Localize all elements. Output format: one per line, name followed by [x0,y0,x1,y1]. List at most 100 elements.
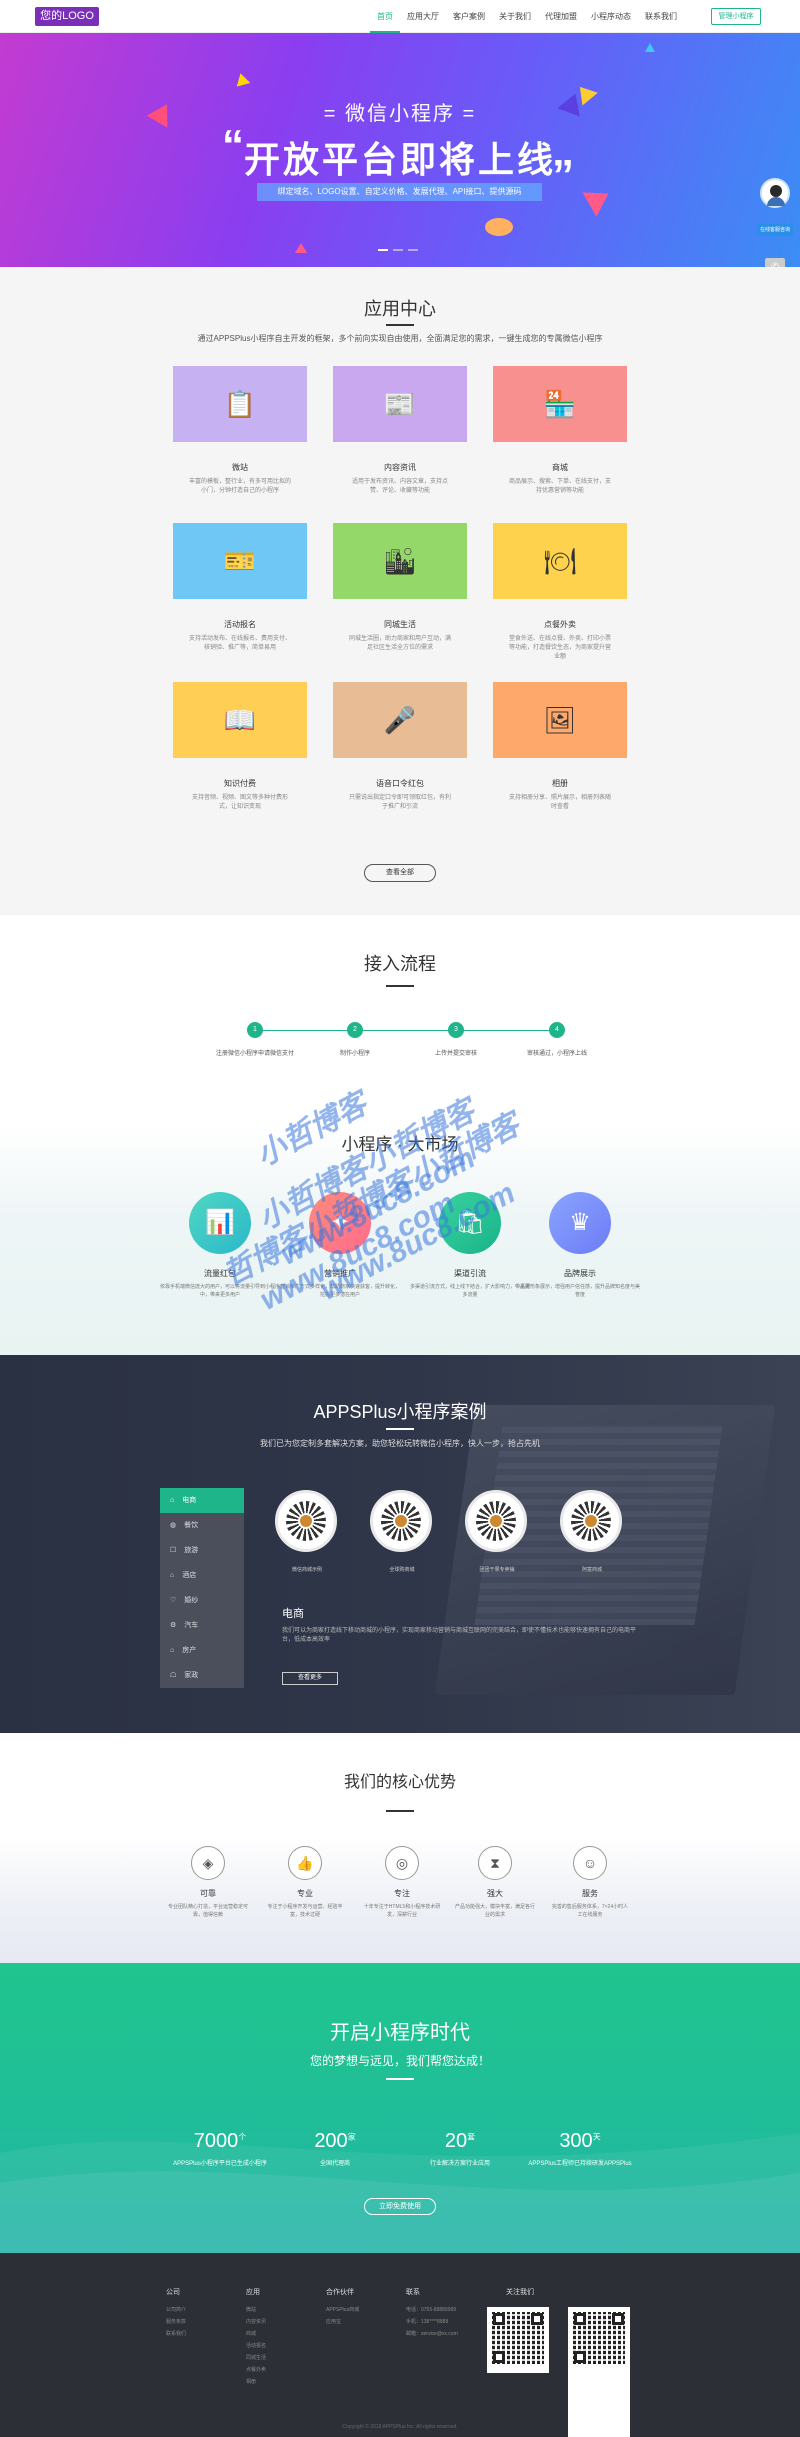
case-category-label: 婚纱 [184,1597,199,1604]
cases-description: 我们已为您定制多套解决方案，助您轻松玩转微信小程序，快人一步，抢占先机 [260,1439,540,1448]
app-card[interactable]: 🖼 相册 支持相册分享、照片展示，相册列表随时查看 [493,682,627,812]
case-category-item[interactable]: ☐ 旅游 [160,1538,244,1563]
case-category-item[interactable]: ⌂ 电商 [160,1488,244,1513]
app-card[interactable]: 🎫 活动报名 支持活动发布、在线报名、费用支付、核销验、推广等，简单易用 [173,523,307,653]
stat-value: 200 [314,2130,348,2152]
footer-column-title: 联系 [406,2289,420,2296]
footer-link[interactable]: 微站 [246,2306,256,2313]
stat-label: 行业解决方案行业应用 [429,2161,490,2167]
nav-item[interactable]: 关于我们 [492,0,538,33]
footer-link[interactable]: 电话：0755-88889999 [406,2306,456,2313]
qr-code [487,2307,549,2373]
app-card[interactable]: 🎤 语音口令红包 只需说出指定口令即可领取红包，有利于推广和引流 [333,682,467,812]
app-name: 微站 [232,463,248,472]
footer-link[interactable]: 应用宝 [326,2318,341,2325]
app-card[interactable]: 🍽 点餐外卖 堂食外送、在线点餐、外卖、打印小票等功能，打造餐饮生态，为商家提升营业… [493,523,627,662]
case-category-label: 家政 [184,1672,199,1679]
app-name: 语音口令红包 [376,779,424,788]
footer-link[interactable]: 相册 [246,2378,256,2385]
banner-title: 开放平台即将上线 [243,139,556,180]
title-divider [386,1428,414,1430]
carousel-dot[interactable] [378,249,388,251]
title-divider [386,324,414,326]
free-trial-button[interactable]: 立即免费使用 [364,2198,436,2215]
case-category-label: 酒店 [182,1572,197,1579]
app-icon: 🎤 [383,705,417,735]
footer-link[interactable]: 联系我们 [166,2330,186,2337]
footer-link[interactable]: 邮箱：service@xx.com [406,2330,458,2337]
case-category-item[interactable]: ⌂ 酒店 [160,1563,244,1588]
stat-number: 200家 [265,2130,405,2153]
market-item-desc: 品牌形象展示，增强用户信任感，提升品牌知名度与美誉度 [520,1284,641,1298]
main-nav: 首页 应用大厅 客户案例 关于我们 代理加盟 小程序动态 联系我们 [370,0,684,33]
footer-link[interactable]: 内容资讯 [246,2318,266,2325]
qr-logo [393,1513,409,1529]
case-more-button[interactable]: 查看更多 [282,1672,338,1685]
service-avatar[interactable] [760,178,790,208]
logo[interactable]: 您的LOGO [35,7,99,26]
case-qr-code[interactable] [560,1490,622,1552]
process-step-number: 4 [549,1022,565,1038]
nav-item[interactable]: 代理加盟 [538,0,584,33]
app-icon: 🏪 [543,389,577,419]
case-category-item[interactable]: ⌂ 房产 [160,1638,244,1663]
footer-link[interactable]: 活动报名 [246,2342,266,2349]
app-name: 相册 [552,779,568,788]
case-category-item[interactable]: ◍ 餐饮 [160,1513,244,1538]
case-category-item[interactable]: ☖ 家政 [160,1663,244,1688]
footer-link[interactable]: 公司简介 [166,2306,186,2313]
case-category-label: 旅游 [184,1547,199,1554]
nav-item[interactable]: 应用大厅 [400,0,446,33]
stat-label: APPSPlus工程师已持续研发APPSPlus [528,2161,632,2167]
banner-subtitle: 绑定域名、LOGO设置、自定义价格、发展代理、API接口、提供源码 [257,183,542,201]
footer-link[interactable]: APPSPlus商城 [326,2306,359,2313]
app-card[interactable]: 🏪 商城 商品展示、搜索、下单、在线支付，支持优惠营销等功能 [493,366,627,496]
nav-item[interactable]: 联系我们 [638,0,684,33]
footer-link[interactable]: 商城 [246,2330,256,2337]
view-all-button[interactable]: 查看全部 [364,864,436,882]
process-step-number: 3 [448,1022,464,1038]
decor-triangle [295,243,307,253]
process-step-label: 注册微信小程序申请微信支付 [215,1051,294,1057]
advantage-name: 服务 [582,1889,598,1898]
online-service-tag[interactable]: 在线客服咨询 [757,224,793,236]
advantage-desc: 完善的售后服务体系，7×24小时人工在线服务 [551,1904,629,1918]
app-card[interactable]: 🏙 同城生活 同城生活圈，助力商家和用户互动，满足社区生活全方位的需求 [333,523,467,653]
nav-item[interactable]: 小程序动态 [584,0,638,33]
nav-item[interactable]: 首页 [370,0,400,33]
case-category-item[interactable]: ⚙ 汽车 [160,1613,244,1638]
app-image: 📖 [173,682,307,758]
nav-item[interactable]: 客户案例 [446,0,492,33]
case-category-item[interactable]: ♡ 婚纱 [160,1588,244,1613]
title-divider [386,985,414,987]
admin-button[interactable]: 管理小程序 [711,8,761,25]
footer-link[interactable]: 点餐外卖 [246,2366,266,2373]
advantage-name: 强大 [487,1889,503,1898]
stat-unit: 天 [592,2132,601,2142]
carousel-dot[interactable] [408,249,418,251]
footer-link[interactable]: 手机：138****8888 [406,2318,448,2325]
process-line [255,1030,560,1031]
app-card[interactable]: 📰 内容资讯 适用于发布资讯、内容文章，支持点赞、评论、收藏等功能 [333,366,467,496]
case-category-label: 房产 [182,1647,197,1654]
advantages-title: 我们的核心优势 [343,1774,456,1791]
app-card[interactable]: 📖 知识付费 支持音频、视频、图文等多种付费形式，让知识变现 [173,682,307,812]
app-icon: 📖 [223,705,257,735]
app-image: 🏪 [493,366,627,442]
case-qr-code[interactable] [370,1490,432,1552]
case-qr-code[interactable] [465,1490,527,1552]
category-icon: ♡ [170,1597,177,1604]
carousel-dot[interactable] [393,249,403,251]
footer-column-title: 关注我们 [506,2289,534,2296]
footer-link[interactable]: 同城生活 [246,2354,266,2361]
process-step-label: 上传并提交审核 [434,1051,477,1057]
title-divider [386,1810,414,1812]
qr-code [568,2307,630,2437]
advantage-icon: ◎ [385,1846,419,1880]
title-divider [386,2078,414,2080]
stat-value: 300 [559,2130,593,2152]
case-qr-code[interactable] [275,1490,337,1552]
footer-link[interactable]: 服务条款 [166,2318,186,2325]
stat-unit: 家 [347,2132,356,2142]
app-card[interactable]: 📋 微站 丰富的模板，整行业，有多可用比拟的小门，分钟打造自己的小程序 [173,366,307,496]
